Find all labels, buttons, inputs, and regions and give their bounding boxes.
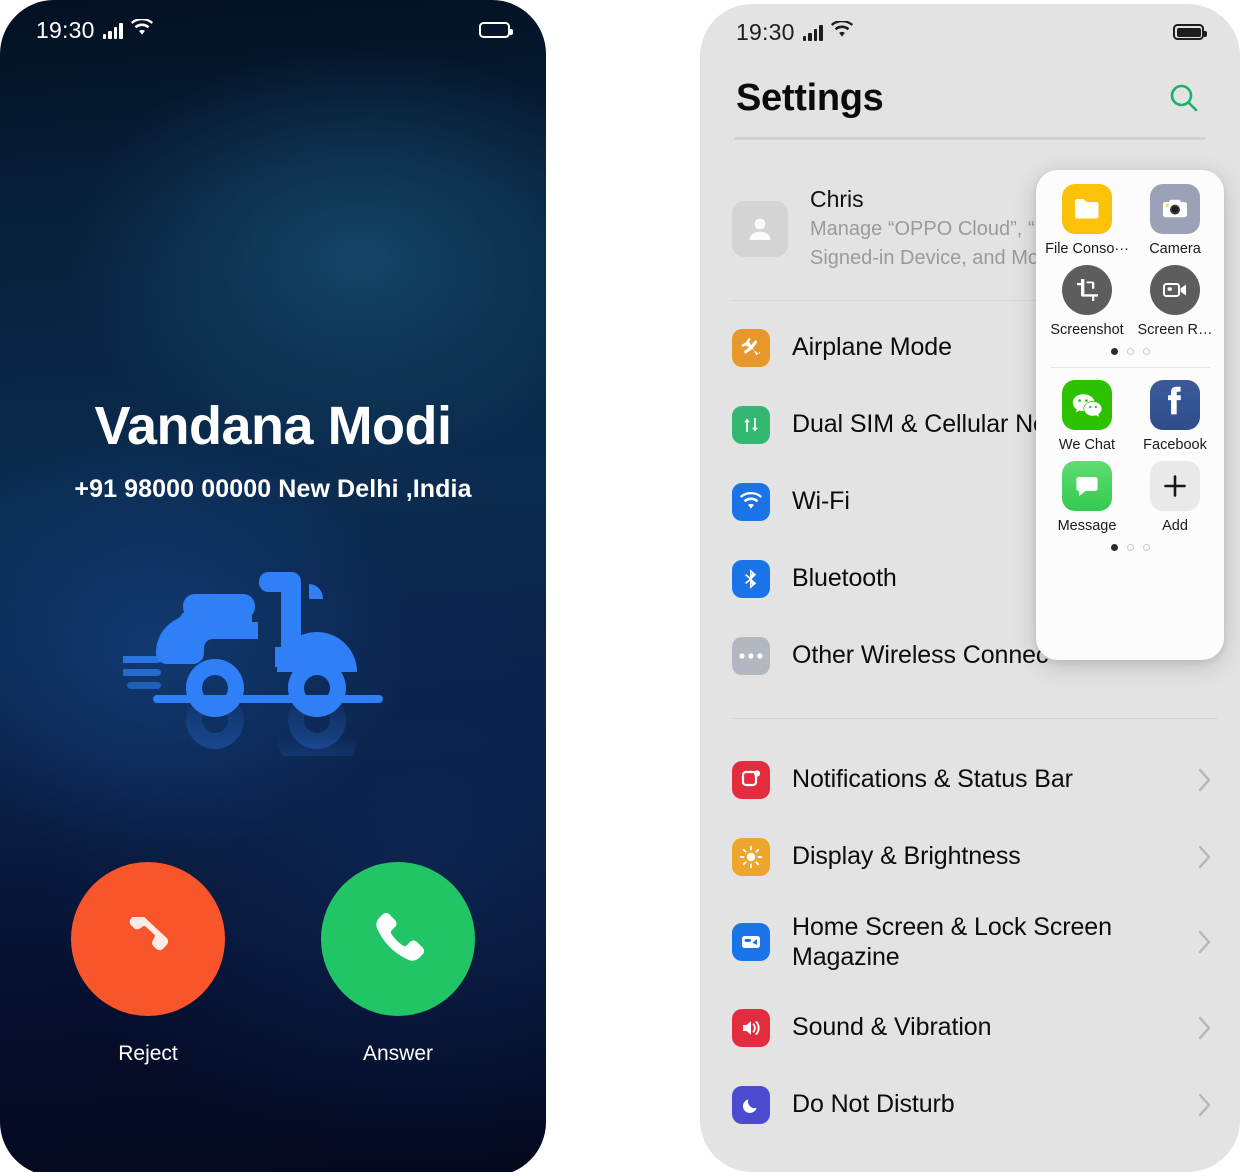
call-action-buttons: Reject Answer [0, 862, 546, 1066]
profile-subtitle: Manage “OPPO Cloud”, “Fin Signed-in Devi… [810, 218, 1062, 270]
home-lock-screen-icon [732, 923, 770, 961]
app-item-file-console[interactable]: File Conso··· [1045, 184, 1129, 257]
app-item-label: Screenshot [1050, 322, 1124, 338]
app-item-label: Message [1057, 518, 1117, 534]
app-item-screenshot[interactable]: Screenshot [1046, 265, 1128, 338]
chevron-right-icon [1192, 928, 1218, 956]
incoming-call-screen: 19:30 Vandana Modi +91 98000 00000 New D… [0, 0, 546, 1172]
page-dot[interactable] [1110, 544, 1118, 551]
message-bubble-icon [1062, 461, 1112, 511]
settings-row-home-lock-screen[interactable]: Home Screen & Lock Screen Magazine [732, 895, 1218, 989]
status-time: 19:30 [736, 18, 795, 45]
battery-icon [479, 22, 513, 38]
app-item-message[interactable]: Message [1046, 461, 1128, 534]
moon-icon [732, 1085, 770, 1124]
floating-app-panel[interactable]: File Conso··· Camera Screenshot Screen R… [1036, 170, 1224, 660]
notification-badge-icon [732, 760, 770, 799]
answer-label: Answer [362, 1042, 434, 1065]
page-dot[interactable] [1142, 544, 1150, 551]
answer-circle[interactable] [321, 862, 475, 1016]
app-item-add[interactable]: Add [1134, 461, 1216, 534]
app-item-label: Screen R… [1137, 322, 1213, 338]
app-item-wechat[interactable]: We Chat [1046, 380, 1128, 453]
page-indicator-bottom[interactable] [1046, 544, 1214, 551]
settings-row-do-not-disturb[interactable]: Do Not Disturb [732, 1066, 1218, 1143]
app-item-label: File Conso··· [1045, 241, 1129, 257]
app-item-screen-recorder[interactable]: Screen R… [1134, 265, 1216, 338]
page-indicator-top[interactable] [1046, 348, 1214, 355]
avatar [732, 201, 788, 257]
status-time: 19:30 [36, 16, 95, 43]
settings-header: Settings [700, 66, 1240, 130]
settings-row-sound-vibration[interactable]: Sound & Vibration [732, 989, 1218, 1066]
status-bar-left: 19:30 [36, 17, 153, 44]
wifi-icon [830, 19, 853, 43]
caller-number: +91 98000 00000 New Delhi ,India [74, 474, 472, 503]
profile-text: Chris Manage “OPPO Cloud”, “Fin Signed-i… [810, 185, 1062, 274]
bluetooth-icon [732, 559, 770, 598]
app-grid-top: File Conso··· Camera Screenshot Screen R… [1045, 184, 1216, 338]
wifi-icon [732, 482, 770, 521]
settings-row-label: Notifications & Status Bar [792, 765, 1073, 794]
app-item-label: Camera [1149, 241, 1201, 257]
chevron-right-icon [1192, 766, 1218, 794]
plus-add-icon [1150, 461, 1200, 511]
app-item-camera[interactable]: Camera [1134, 184, 1216, 257]
page-dot[interactable] [1126, 544, 1134, 551]
scooter-illustration [0, 556, 546, 756]
speaker-volume-icon [732, 1008, 770, 1047]
profile-name: Chris [810, 185, 864, 212]
page-dot[interactable] [1110, 348, 1118, 355]
screen-record-video-icon [1150, 265, 1200, 315]
status-bar-left: 19:30 [736, 19, 853, 46]
wifi-icon [130, 17, 153, 41]
caller-info: Vandana Modi +91 98000 00000 New Delhi ,… [0, 398, 546, 504]
header-divider [734, 137, 1206, 140]
ellipsis-icon [732, 636, 770, 675]
page-dot[interactable] [1142, 348, 1150, 355]
call-status-bar: 19:30 [0, 13, 546, 47]
settings-row-label: Do Not Disturb [792, 1090, 955, 1119]
chevron-right-icon [1192, 1014, 1218, 1042]
brightness-sun-icon [732, 837, 770, 876]
cellular-signal-icon [802, 24, 823, 41]
facebook-icon [1150, 380, 1200, 430]
dual-sim-arrows-icon [732, 405, 770, 444]
settings-row-label: Sound & Vibration [792, 1013, 992, 1042]
app-panel-page-two: We Chat Facebook Message Add [1046, 380, 1214, 551]
reject-label: Reject [118, 1042, 178, 1065]
app-item-facebook[interactable]: Facebook [1134, 380, 1216, 453]
app-grid-bottom: We Chat Facebook Message Add [1046, 380, 1214, 534]
phone-hangup-icon [116, 912, 180, 962]
wechat-icon [1062, 380, 1112, 430]
page-title: Settings [736, 76, 884, 119]
app-item-label: Add [1162, 518, 1188, 534]
settings-row-notifications[interactable]: Notifications & Status Bar [732, 741, 1218, 818]
settings-row-display-brightness[interactable]: Display & Brightness [732, 818, 1218, 895]
reject-circle[interactable] [71, 862, 225, 1016]
group-divider [732, 718, 1218, 719]
page-dot[interactable] [1126, 348, 1134, 355]
screenshot-crop-icon [1062, 265, 1112, 315]
caller-name: Vandana Modi [94, 396, 452, 456]
reject-button[interactable]: Reject [71, 862, 225, 1066]
camera-icon [1150, 184, 1200, 234]
battery-icon [1173, 24, 1207, 40]
settings-status-bar: 19:30 [700, 15, 1240, 49]
airplane-icon [732, 328, 770, 367]
phone-call-icon [369, 908, 427, 971]
cellular-signal-icon [102, 22, 123, 39]
chevron-right-icon [1192, 843, 1218, 871]
answer-button[interactable]: Answer [321, 862, 475, 1066]
settings-row-label: Display & Brightness [792, 842, 1021, 871]
app-item-label: We Chat [1058, 437, 1116, 453]
settings-row-label: Home Screen & Lock Screen Magazine [792, 912, 1112, 972]
app-item-label: Facebook [1143, 437, 1207, 453]
folder-icon [1062, 184, 1112, 234]
search-icon[interactable] [1164, 78, 1204, 118]
chevron-right-icon [1192, 1091, 1218, 1119]
popup-divider [1050, 367, 1210, 368]
app-panel-page-one: File Conso··· Camera Screenshot Screen R… [1045, 184, 1216, 355]
screenshot-stage: 19:30 Vandana Modi +91 98000 00000 New D… [0, 0, 1240, 1172]
